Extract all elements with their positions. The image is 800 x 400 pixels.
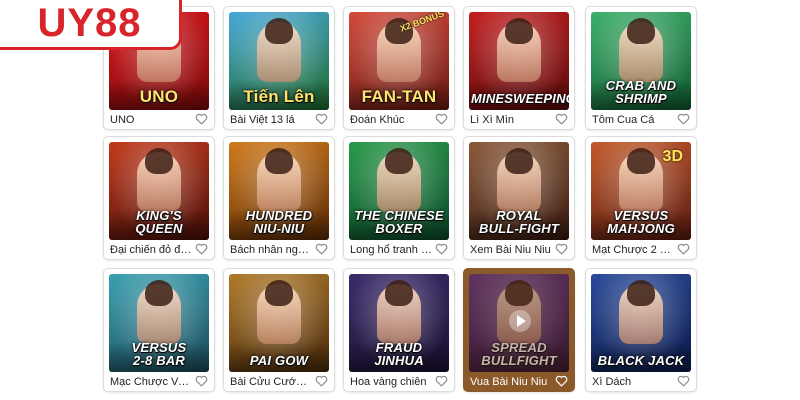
game-thumbnail[interactable]: 3D VERSUS MAHJONG bbox=[591, 142, 691, 240]
game-thumbnail[interactable]: MINESWEEPING bbox=[469, 12, 569, 110]
game-caption: Bài Cửu Cướp … bbox=[230, 376, 312, 388]
game-thumbnail[interactable]: ROYAL BULL-FIGHT bbox=[469, 142, 569, 240]
game-thumbnail[interactable]: VERSUS 2-8 BAR bbox=[109, 274, 209, 372]
game-card[interactable]: Tiến Lên Bài Việt 13 lá bbox=[223, 6, 335, 130]
game-card[interactable]: BLACK JACK Xì Dách bbox=[585, 268, 697, 392]
character-artwork bbox=[497, 148, 541, 212]
game-title-art: MINESWEEPING bbox=[471, 91, 569, 106]
character-artwork bbox=[377, 148, 421, 212]
favorite-heart-icon[interactable] bbox=[314, 242, 328, 256]
game-grid: UNO UNO Tiến Lên Bài Việt 13 lá X2 BONUS FAN-… bbox=[0, 0, 800, 400]
favorite-heart-icon[interactable] bbox=[676, 242, 690, 256]
game-thumbnail[interactable]: Tiến Lên bbox=[229, 12, 329, 110]
game-card[interactable]: PAI GOW Bài Cửu Cướp … bbox=[223, 268, 335, 392]
game-title-art: THE CHINESE BOXER bbox=[354, 208, 444, 236]
game-title-art: FRAUD JINHUA bbox=[374, 340, 424, 368]
game-title-art: PAI GOW bbox=[249, 353, 309, 368]
favorite-heart-icon[interactable] bbox=[314, 374, 328, 388]
game-card[interactable]: HUNDRED NIU-NIU Bách nhân ngầ… bbox=[223, 136, 335, 260]
game-badge: 3D bbox=[662, 148, 683, 165]
game-thumbnail[interactable]: FRAUD JINHUA bbox=[349, 274, 449, 372]
game-title-art: FAN-TAN bbox=[361, 87, 437, 106]
character-artwork bbox=[257, 280, 301, 344]
game-title-art: BLACK JACK bbox=[597, 353, 685, 368]
play-icon[interactable] bbox=[509, 310, 531, 332]
game-caption: Hoa vàng chiên bbox=[350, 376, 427, 388]
character-artwork bbox=[619, 280, 663, 344]
character-artwork bbox=[257, 148, 301, 212]
game-caption: Bài Việt 13 lá bbox=[230, 114, 295, 126]
game-caption: Tôm Cua Cá bbox=[592, 114, 655, 126]
game-card[interactable]: MINESWEEPING Lì Xì Mìn bbox=[463, 6, 575, 130]
game-card[interactable]: VERSUS 2-8 BAR Mạc Chược Vu… bbox=[103, 268, 215, 392]
favorite-heart-icon[interactable] bbox=[676, 112, 690, 126]
game-caption: Bách nhân ngầ… bbox=[230, 244, 312, 256]
character-artwork bbox=[137, 280, 181, 344]
character-artwork bbox=[257, 18, 301, 82]
game-thumbnail[interactable]: SPREAD BULLFIGHT bbox=[469, 274, 569, 372]
game-caption: Long hổ tranh … bbox=[350, 244, 432, 256]
game-card[interactable]: THE CHINESE BOXER Long hổ tranh … bbox=[343, 136, 455, 260]
game-card[interactable]: X2 BONUS FAN-TAN Đoán Khúc bbox=[343, 6, 455, 130]
favorite-heart-icon[interactable] bbox=[676, 374, 690, 388]
game-caption: Đại chiến đỏ đen bbox=[110, 244, 192, 256]
game-thumbnail[interactable]: PAI GOW bbox=[229, 274, 329, 372]
favorite-heart-icon[interactable] bbox=[194, 242, 208, 256]
favorite-heart-icon[interactable] bbox=[194, 374, 208, 388]
game-thumbnail[interactable]: KING'S QUEEN bbox=[109, 142, 209, 240]
favorite-heart-icon[interactable] bbox=[434, 242, 448, 256]
game-card[interactable]: FRAUD JINHUA Hoa vàng chiên bbox=[343, 268, 455, 392]
game-title-art: KING'S QUEEN bbox=[135, 208, 183, 236]
game-caption: UNO bbox=[110, 114, 135, 126]
game-title-art: CRAB AND SHRIMP bbox=[605, 78, 677, 106]
game-title-art: ROYAL BULL-FIGHT bbox=[479, 208, 559, 236]
favorite-heart-icon[interactable] bbox=[314, 112, 328, 126]
game-title-art: HUNDRED NIU-NIU bbox=[245, 208, 313, 236]
game-thumbnail[interactable]: THE CHINESE BOXER bbox=[349, 142, 449, 240]
game-card[interactable]: ROYAL BULL-FIGHT Xem Bài Niu Niu bbox=[463, 136, 575, 260]
game-caption: Mạc Chược Vu… bbox=[110, 376, 192, 388]
brand-logo[interactable]: UY88 bbox=[0, 0, 182, 50]
favorite-heart-icon[interactable] bbox=[194, 112, 208, 126]
game-caption: Xì Dách bbox=[592, 376, 632, 388]
game-title-art: VERSUS 2-8 BAR bbox=[131, 340, 187, 368]
game-caption: Vua Bài Niu Niu bbox=[470, 376, 548, 388]
character-artwork bbox=[137, 148, 181, 212]
favorite-heart-icon[interactable] bbox=[554, 112, 568, 126]
favorite-heart-icon[interactable] bbox=[554, 374, 568, 388]
game-card[interactable]: KING'S QUEEN Đại chiến đỏ đen bbox=[103, 136, 215, 260]
favorite-heart-icon[interactable] bbox=[434, 112, 448, 126]
game-title-art: VERSUS MAHJONG bbox=[607, 208, 675, 236]
logo-text: UY88 bbox=[37, 1, 142, 45]
game-thumbnail[interactable]: HUNDRED NIU-NIU bbox=[229, 142, 329, 240]
game-caption: Xem Bài Niu Niu bbox=[470, 244, 551, 256]
game-caption: Lì Xì Mìn bbox=[470, 114, 515, 126]
character-artwork bbox=[619, 148, 663, 212]
game-card[interactable]: SPREAD BULLFIGHT Vua Bài Niu Niu bbox=[463, 268, 575, 392]
game-title-art: UNO bbox=[139, 87, 179, 106]
character-artwork bbox=[497, 18, 541, 82]
game-title-art: Tiến Lên bbox=[243, 87, 315, 106]
character-artwork bbox=[619, 18, 663, 82]
game-thumbnail[interactable]: BLACK JACK bbox=[591, 274, 691, 372]
favorite-heart-icon[interactable] bbox=[554, 242, 568, 256]
game-card[interactable]: CRAB AND SHRIMP Tôm Cua Cá bbox=[585, 6, 697, 130]
favorite-heart-icon[interactable] bbox=[434, 374, 448, 388]
character-artwork bbox=[377, 18, 421, 82]
game-caption: Mạt Chược 2 n… bbox=[592, 244, 674, 256]
character-artwork bbox=[377, 280, 421, 344]
game-caption: Đoán Khúc bbox=[350, 114, 405, 126]
game-thumbnail[interactable]: X2 BONUS FAN-TAN bbox=[349, 12, 449, 110]
game-thumbnail[interactable]: CRAB AND SHRIMP bbox=[591, 12, 691, 110]
game-card[interactable]: 3D VERSUS MAHJONG Mạt Chược 2 n… bbox=[585, 136, 697, 260]
